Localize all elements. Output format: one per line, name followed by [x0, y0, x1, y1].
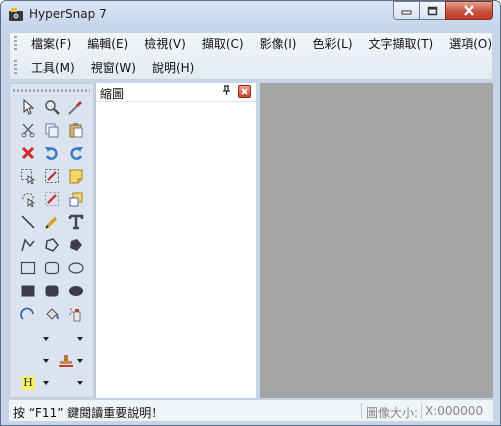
copy-icon[interactable] [42, 121, 62, 139]
status-image-size: 圖像大小: [366, 406, 419, 420]
app-window: HyperSnap 7 檔案(F) 編輯(E) 檢視(V) 擷取(C) 影像(I… [0, 0, 501, 426]
shadow-dropdown-icon[interactable] [70, 374, 90, 392]
filled-ellipse-icon[interactable] [66, 282, 86, 300]
status-separator [421, 403, 422, 419]
menu-options[interactable]: 選項(O) [441, 33, 500, 55]
window-title: HyperSnap 7 [29, 7, 107, 21]
fill-bucket-icon[interactable] [42, 305, 62, 323]
image-canvas-area[interactable] [260, 83, 493, 398]
arrow-style-dropdown-icon[interactable] [36, 352, 56, 370]
text-icon[interactable] [66, 213, 86, 231]
filled-rounded-rectangle-icon[interactable] [42, 282, 62, 300]
line-icon[interactable] [18, 213, 38, 231]
rectangle-icon[interactable] [18, 259, 38, 277]
highlight-label: H [21, 376, 35, 390]
menu-row-1: 檔案(F) 編輯(E) 檢視(V) 擷取(C) 影像(I) 色彩(L) 文字擷取… [10, 33, 500, 55]
polyline-icon[interactable] [18, 236, 38, 254]
close-button[interactable] [445, 1, 493, 20]
thumbnail-pane-title: 縮圖 [100, 87, 125, 101]
menu-window[interactable]: 視窗(W) [83, 57, 144, 79]
menu-colors[interactable]: 色彩(L) [304, 33, 360, 55]
status-bar: 按 “F11” 鍵閱讀重要說明！ 圖像大小: X:000000 [9, 399, 493, 421]
undo-icon[interactable] [42, 144, 62, 162]
maximize-icon [427, 6, 438, 15]
freehand-select-icon[interactable] [18, 190, 38, 208]
paste-icon[interactable] [66, 121, 86, 139]
thumbnail-pane-close-button[interactable] [238, 85, 251, 98]
filled-rectangle-icon[interactable] [18, 282, 38, 300]
highlight-dropdown-icon[interactable] [36, 374, 56, 392]
spray-icon[interactable] [66, 305, 86, 323]
maximize-button[interactable] [419, 1, 446, 20]
zoom-icon[interactable] [42, 98, 62, 116]
select-arrow-icon[interactable] [18, 98, 38, 116]
stamp-dropdown-icon[interactable] [70, 352, 90, 370]
tool-palette: H [9, 83, 94, 398]
polygon-icon[interactable] [42, 236, 62, 254]
close-icon [464, 5, 474, 16]
thumbnail-pane: 縮圖 [95, 83, 256, 398]
close-icon [241, 88, 248, 95]
status-coordinates: X:000000 [425, 404, 484, 418]
redo-icon[interactable] [66, 144, 86, 162]
tool-palette-grip[interactable] [13, 89, 90, 92]
line-style-dropdown-icon[interactable] [70, 330, 90, 348]
sticky-icon[interactable] [66, 190, 86, 208]
menu-grip-handle[interactable] [14, 36, 17, 52]
arc-icon[interactable] [18, 305, 38, 323]
menu-text-capture[interactable]: 文字擷取(T) [361, 33, 442, 55]
note-icon[interactable] [66, 167, 86, 185]
minimize-button[interactable] [393, 1, 420, 20]
menu-grip-handle-2[interactable] [14, 60, 17, 76]
menu-bar: 檔案(F) 編輯(E) 檢視(V) 擷取(C) 影像(I) 色彩(L) 文字擷取… [9, 32, 493, 80]
menu-help[interactable]: 說明(H) [144, 57, 202, 79]
line-width-dropdown-icon[interactable] [36, 330, 56, 348]
menu-view[interactable]: 檢視(V) [136, 33, 194, 55]
pencil-icon[interactable] [42, 213, 62, 231]
hypersnap-app-icon [9, 8, 23, 21]
menu-tools[interactable]: 工具(M) [23, 57, 83, 79]
pin-icon[interactable] [222, 85, 231, 99]
minimize-icon [401, 10, 412, 15]
rounded-rectangle-icon[interactable] [42, 259, 62, 277]
menu-row-2: 工具(M) 視窗(W) 說明(H) [10, 57, 202, 79]
ellipse-icon[interactable] [66, 259, 86, 277]
status-separator [361, 403, 362, 419]
menu-file[interactable]: 檔案(F) [23, 33, 79, 55]
delete-icon[interactable] [18, 144, 38, 162]
cut-icon[interactable] [18, 121, 38, 139]
title-bar[interactable]: HyperSnap 7 [1, 1, 500, 29]
thumbnail-pane-header: 縮圖 [96, 83, 256, 102]
menu-edit[interactable]: 編輯(E) [79, 33, 136, 55]
status-hint: 按 “F11” 鍵閱讀重要說明！ [13, 406, 164, 420]
eyedropper-icon[interactable] [66, 98, 86, 116]
pencil-erase-icon[interactable] [42, 190, 62, 208]
menu-capture[interactable]: 擷取(C) [194, 33, 252, 55]
menu-image[interactable]: 影像(I) [252, 33, 305, 55]
filled-polygon-icon[interactable] [66, 236, 86, 254]
highlight-icon[interactable]: H [18, 374, 38, 392]
crop-select-icon[interactable] [18, 167, 38, 185]
magic-wand-icon[interactable] [42, 167, 62, 185]
